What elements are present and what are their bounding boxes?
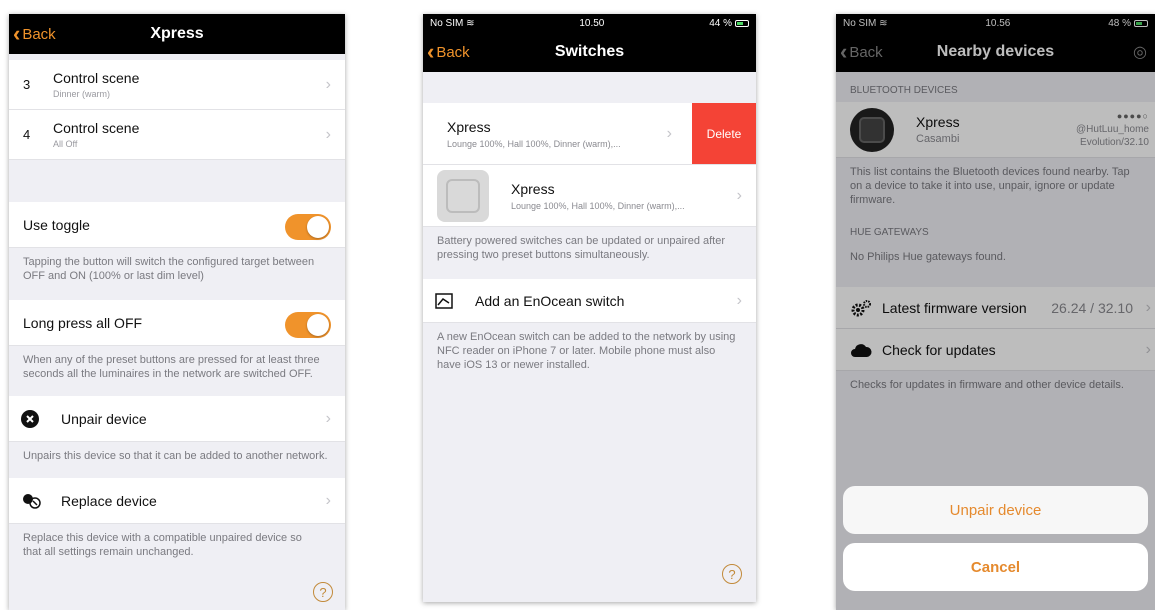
long-press-label: Long press all OFF [23,314,143,331]
switch-image [446,178,480,213]
chevron-right-icon: › [325,491,331,509]
nav-bar: ‹ Back Xpress [9,14,345,54]
page-title: Xpress [150,25,204,42]
screen-switches: No SIM ≋ 10.50 44 % ‹ Back Switches Xpre… [423,14,756,602]
switch-subtitle: Lounge 100%, Hall 100%, Dinner (warm),..… [447,138,621,149]
scene-title: Control scene [53,70,140,86]
switch-info: Xpress Lounge 100%, Hall 100%, Dinner (w… [423,119,621,149]
battery-note: Battery powered switches can be updated … [437,235,726,261]
switch-title: Xpress [447,118,491,135]
battery-status: 44 % [709,18,749,29]
chevron-right-icon: › [666,124,672,142]
carrier: No SIM ≋ [430,17,475,29]
clock: 10.50 [579,17,605,29]
chevron-left-icon: ‹ [13,21,21,46]
help-icon[interactable]: ? [722,564,742,584]
battery-icon [735,19,749,27]
wifi-icon: ≋ [466,17,475,29]
page-title: Switches [554,43,625,60]
back-button[interactable]: ‹ Back [427,32,470,72]
add-switch-label: Add an EnOcean switch [475,292,625,309]
switch-row-swiped[interactable]: Xpress Lounge 100%, Hall 100%, Dinner (w… [423,103,756,165]
scene-number: 4 [23,127,31,142]
chevron-right-icon: › [325,75,331,93]
replace-note: Replace this device with a compatible un… [23,532,302,558]
switch-thumbnail [437,169,489,222]
scene-subtitle: All Off [53,139,78,149]
long-press-row: Long press all OFF [9,300,345,346]
use-toggle-row: Use toggle [9,202,345,248]
use-toggle-label: Use toggle [23,216,90,233]
chevron-right-icon: › [736,186,742,204]
long-press-note: When any of the preset buttons are press… [23,354,320,380]
replace-icon [21,492,61,510]
back-label: Back [22,25,56,43]
help-icon[interactable]: ? [313,582,333,602]
scene-row-3[interactable]: 3 Control scene Dinner (warm) › [9,60,345,110]
scene-row-4[interactable]: 4 Control scene All Off › [9,110,345,160]
switch-title: Xpress [511,180,555,197]
unpair-note: Unpairs this device so that it can be ad… [23,450,328,462]
scene-number: 3 [23,77,31,92]
delete-button[interactable]: Delete [692,103,756,164]
replace-device-label: Replace device [61,492,157,509]
switch-row[interactable]: Xpress Lounge 100%, Hall 100%, Dinner (w… [423,165,756,227]
add-enocean-switch-row[interactable]: Add an EnOcean switch › [423,279,756,323]
switch-info: Xpress Lounge 100%, Hall 100%, Dinner (w… [511,181,685,211]
chevron-right-icon: › [736,291,742,309]
unpair-device-row[interactable]: Unpair device › [9,396,345,442]
enocean-switch-icon [435,292,475,309]
unpair-device-label: Unpair device [61,410,147,427]
use-toggle-note: Tapping the button will switch the confi… [23,256,315,282]
switch-subtitle: Lounge 100%, Hall 100%, Dinner (warm),..… [511,200,685,211]
add-switch-note: A new EnOcean switch can be added to the… [437,331,736,371]
chevron-right-icon: › [325,409,331,427]
screen-xpress-settings: ‹ Back Xpress 3 Control scene Dinner (wa… [9,14,345,610]
close-circle-icon [21,409,61,428]
chevron-right-icon: › [325,125,331,143]
chevron-left-icon: ‹ [427,39,435,64]
replace-device-row[interactable]: Replace device › [9,478,345,524]
cancel-button[interactable]: Cancel [843,543,1148,591]
scene-title: Control scene [53,120,140,136]
screen-nearby-devices: No SIM ≋ 10.56 48 % ‹ Back Nearby device… [836,14,1155,610]
scene-subtitle: Dinner (warm) [53,89,111,99]
status-bar: No SIM ≋ 10.50 44 % [423,14,756,32]
back-label: Back [436,43,470,61]
nav-bar: ‹ Back Switches [423,32,756,72]
unpair-device-button[interactable]: Unpair device [843,486,1148,534]
use-toggle-switch[interactable] [285,214,331,240]
back-button[interactable]: ‹ Back [13,14,56,54]
long-press-switch[interactable] [285,312,331,338]
